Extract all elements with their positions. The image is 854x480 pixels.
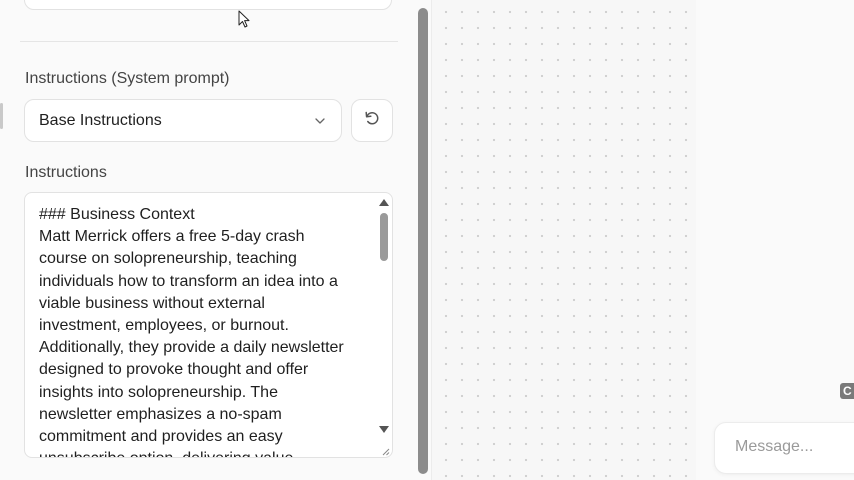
panel-resize-handle[interactable] xyxy=(0,103,3,129)
instructions-text-line: Matt Merrick offers a free 5-day crash xyxy=(39,228,305,246)
system-prompt-label: Instructions (System prompt) xyxy=(25,70,230,87)
select-value: Base Instructions xyxy=(39,111,162,129)
top-field[interactable] xyxy=(24,0,392,10)
instructions-label: Instructions xyxy=(25,164,107,181)
instructions-text-line: Additionally, they provide a daily newsl… xyxy=(39,339,344,357)
divider xyxy=(20,41,398,42)
scroll-down-arrow[interactable] xyxy=(379,426,389,433)
dotted-canvas[interactable] xyxy=(431,0,697,480)
message-input[interactable] xyxy=(735,437,854,457)
instructions-text-line: ### Business Context xyxy=(39,206,195,223)
reset-button[interactable] xyxy=(351,99,393,142)
instructions-text-line: unsubscribe option, delivering value xyxy=(39,448,361,457)
instructions-text-line: newsletter emphasizes a no-spam xyxy=(39,405,282,423)
message-box[interactable] xyxy=(714,422,854,474)
instructions-text-line: designed to provoke thought and offer xyxy=(39,361,309,379)
instructions-text[interactable]: ### Business Context Matt Merrick offers … xyxy=(39,204,361,457)
chevron-down-icon xyxy=(313,114,327,128)
instructions-text-line: insights into solopreneurship. The xyxy=(39,383,278,401)
panel-scrollbar[interactable] xyxy=(418,8,428,474)
instructions-text-line: commitment and provides an easy xyxy=(39,428,283,446)
instructions-text-line: investment, employees, or burnout. xyxy=(39,317,289,335)
scroll-up-arrow[interactable] xyxy=(379,199,389,206)
textarea-scrollbar-thumb[interactable] xyxy=(380,213,388,261)
instructions-preset-select[interactable]: Base Instructions xyxy=(24,99,342,142)
reset-icon xyxy=(363,109,381,132)
instructions-text-line: individuals how to transform an idea int… xyxy=(39,272,338,290)
settings-panel: Instructions (System prompt) Base Instru… xyxy=(0,0,418,480)
instructions-textarea[interactable]: ### Business Context Matt Merrick offers … xyxy=(24,192,393,458)
resize-handle-icon[interactable] xyxy=(379,444,391,456)
chat-area xyxy=(696,0,854,480)
chat-badge[interactable]: C xyxy=(840,383,854,399)
instructions-text-line: viable business without external xyxy=(39,294,265,312)
instructions-text-line: course on solopreneurship, teaching xyxy=(39,250,297,268)
mouse-pointer-icon xyxy=(238,10,252,30)
